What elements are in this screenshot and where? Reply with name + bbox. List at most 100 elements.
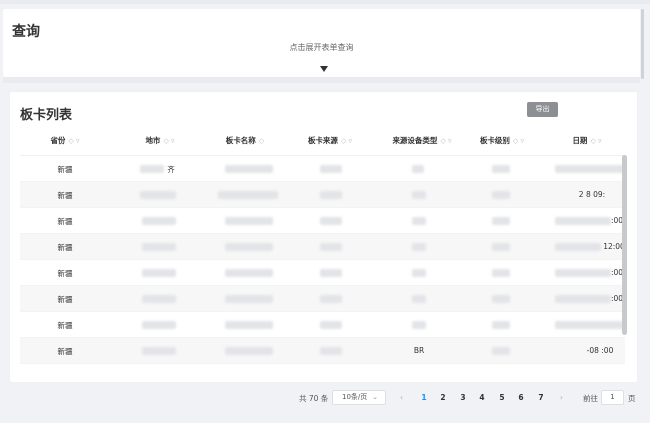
chevron-down-icon: ⌄ xyxy=(372,393,378,401)
table-row[interactable]: 新疆 :00 xyxy=(20,208,625,234)
column-header-city[interactable]: 地市 ◇ ▿ xyxy=(145,135,174,146)
page-size-value: 10条/页 xyxy=(342,393,368,401)
query-title: 查询 xyxy=(12,24,40,40)
redacted-board-name xyxy=(225,269,273,277)
cell-province: 新疆 xyxy=(57,217,73,226)
caret-down-icon[interactable] xyxy=(320,66,328,72)
redacted-city xyxy=(142,347,176,355)
pagination: 共 70 条 10条/页 ⌄ ‹ 1 2 3 4 5 6 7 › 前往 1 页 xyxy=(0,390,650,406)
redacted-board-source xyxy=(320,165,342,173)
column-header-board-source[interactable]: 板卡来源 ◇ ▿ xyxy=(308,135,352,146)
redacted-city xyxy=(142,295,176,303)
redacted-board-source xyxy=(320,321,342,329)
column-header-source-device-type[interactable]: 来源设备类型 ◇ ▿ xyxy=(392,135,451,146)
redacted-city xyxy=(142,321,176,329)
redacted-source-device-type xyxy=(412,165,424,173)
export-button[interactable]: 导出 xyxy=(527,102,558,117)
query-panel: 查询 点击展开表单查询 xyxy=(3,9,640,77)
cell-date-fragment: 2 8 09: xyxy=(578,190,606,199)
redacted-board-name xyxy=(225,165,273,173)
column-header-date[interactable]: 日期 ◇ ▿ xyxy=(572,135,601,146)
page-5[interactable]: 5 xyxy=(499,393,504,402)
sort-icon[interactable]: ◇ ▿ xyxy=(68,137,79,145)
table-row[interactable]: 新疆 xyxy=(20,312,625,338)
redacted-board-source xyxy=(320,269,342,277)
total-count: 共 70 条 xyxy=(299,394,329,403)
redacted-board-level xyxy=(492,217,510,225)
query-divider xyxy=(3,77,640,83)
table-scrollbar[interactable] xyxy=(622,155,627,335)
cell-province: 新疆 xyxy=(57,165,73,174)
redacted-source-device-type xyxy=(412,191,426,199)
redacted-board-level xyxy=(492,165,510,173)
redacted-board-level xyxy=(492,243,510,251)
table-row[interactable]: 新疆 齐 xyxy=(20,156,625,182)
page-4[interactable]: 4 xyxy=(479,393,484,402)
expand-query-hint[interactable]: 点击展开表单查询 xyxy=(3,42,640,53)
redacted-city xyxy=(142,243,176,251)
cell-province: 新疆 xyxy=(57,321,73,330)
column-header-board-level[interactable]: 板卡级别 ◇ ▿ xyxy=(480,135,524,146)
column-header-province[interactable]: 省份 ◇ ▿ xyxy=(50,135,79,146)
page-1[interactable]: 1 xyxy=(421,393,426,402)
sort-icon[interactable]: ◇ ▿ xyxy=(513,137,524,145)
redacted-board-name xyxy=(218,191,278,199)
board-list-panel: 板卡列表 导出 省份 ◇ ▿ 地市 ◇ ▿ 板卡名称 ◇ 板卡来源 ◇ ▿ 来源设备类型… xyxy=(10,92,637,382)
redacted-board-source xyxy=(320,347,342,355)
redacted-source-device-type xyxy=(412,295,426,303)
cell-province: 新疆 xyxy=(57,269,73,278)
redacted-board-name xyxy=(225,321,273,329)
goto-page-input[interactable]: 1 xyxy=(601,390,624,405)
redacted-board-level xyxy=(492,269,510,277)
redacted-city xyxy=(140,191,176,199)
column-header-board-name[interactable]: 板卡名称 ◇ xyxy=(226,135,264,146)
goto-label: 前往 xyxy=(583,394,598,403)
page-6[interactable]: 6 xyxy=(518,393,523,402)
table-row[interactable]: 新疆 BR -08 :00 xyxy=(20,338,625,364)
redacted-board-level xyxy=(492,191,510,199)
redacted-city xyxy=(142,269,176,277)
redacted-date xyxy=(555,243,601,251)
redacted-date xyxy=(555,295,611,303)
table-row[interactable]: 新疆 :00 xyxy=(20,286,625,312)
list-title: 板卡列表 xyxy=(20,108,73,123)
cell-province: 新疆 xyxy=(57,191,73,200)
cell-province: 新疆 xyxy=(57,295,73,304)
redacted-board-level xyxy=(492,321,510,329)
redacted-source-device-type xyxy=(412,269,426,277)
redacted-date xyxy=(555,165,625,173)
table-body: 新疆 齐 新疆 2 8 09: 新疆 :00 新疆 12:00 新疆:00 新… xyxy=(20,156,625,364)
table-row[interactable]: 新疆 2 8 09: xyxy=(20,182,625,208)
next-page-button[interactable]: › xyxy=(560,393,563,402)
sort-icon[interactable]: ◇ ▿ xyxy=(341,137,352,145)
redacted-source-device-type xyxy=(412,321,426,329)
redacted-board-source xyxy=(320,295,342,303)
sort-icon[interactable]: ◇ ▿ xyxy=(163,137,174,145)
redacted-board-level xyxy=(492,295,510,303)
redacted-board-name xyxy=(225,347,273,355)
sort-icon[interactable]: ◇ ▿ xyxy=(590,137,601,145)
sort-icon[interactable]: ◇ ▿ xyxy=(440,137,451,145)
top-border xyxy=(0,0,650,4)
page-scrollbar[interactable] xyxy=(641,9,644,79)
redacted-board-level xyxy=(492,347,510,355)
cell-date-fragment: -08 :00 xyxy=(586,346,614,355)
sort-icon[interactable]: ◇ xyxy=(259,137,264,145)
cell-source-device-type: BR xyxy=(413,346,425,355)
prev-page-button[interactable]: ‹ xyxy=(400,393,403,402)
table-row[interactable]: 新疆 :00 xyxy=(20,260,625,286)
redacted-date xyxy=(555,217,611,225)
page-size-select[interactable]: 10条/页 ⌄ xyxy=(332,390,386,405)
redacted-city xyxy=(140,165,164,173)
page-3[interactable]: 3 xyxy=(460,393,465,402)
page-7[interactable]: 7 xyxy=(538,393,543,402)
goto-suffix: 页 xyxy=(628,394,636,403)
table-row[interactable]: 新疆 12:00 xyxy=(20,234,625,260)
redacted-board-name xyxy=(225,243,273,251)
redacted-board-name xyxy=(225,217,273,225)
redacted-board-source xyxy=(320,191,342,199)
cell-province: 新疆 xyxy=(57,347,73,356)
redacted-city xyxy=(142,217,176,225)
page-2[interactable]: 2 xyxy=(440,393,445,402)
cell-city-tail: 齐 xyxy=(167,165,175,174)
